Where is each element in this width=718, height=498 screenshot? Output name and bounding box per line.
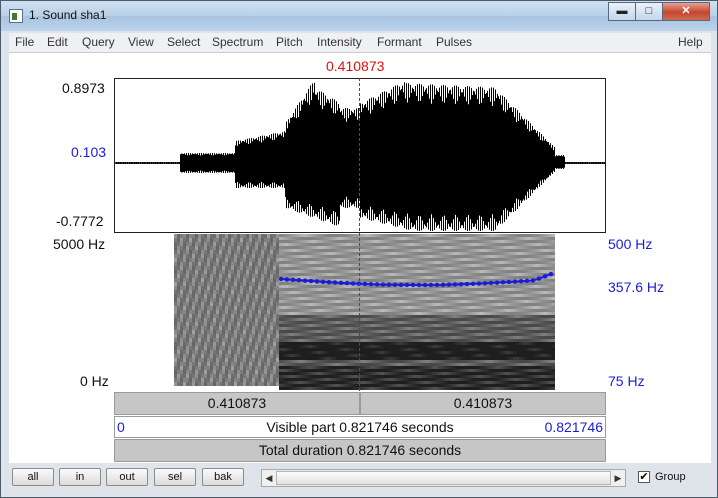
editor-window: 1. Sound sha1 ▬ □ ✕ File Edit Query View… xyxy=(0,0,718,498)
pitch-point xyxy=(440,282,446,287)
pitch-point xyxy=(344,280,350,286)
pitch-point xyxy=(362,281,368,287)
pitch-point xyxy=(380,282,386,287)
zoom-in-button[interactable]: in xyxy=(59,468,101,486)
menu-edit[interactable]: Edit xyxy=(47,35,68,49)
pitch-current-label: 357.6 Hz xyxy=(608,279,665,295)
spectrogram-top-freq: 5000 Hz xyxy=(53,236,106,252)
zoom-back-button[interactable]: bak xyxy=(202,468,244,486)
pitch-top-label: 500 Hz xyxy=(608,236,653,252)
pitch-point xyxy=(482,281,488,286)
pitch-point xyxy=(446,282,452,287)
pitch-point xyxy=(326,279,332,285)
total-duration-bar[interactable]: Total duration 0.821746 seconds xyxy=(114,439,606,462)
pitch-point xyxy=(470,281,476,287)
horizontal-scrollbar[interactable]: ◀ ▶ xyxy=(261,469,626,487)
pitch-point xyxy=(458,282,464,287)
pitch-point xyxy=(404,282,410,288)
spectrogram-image xyxy=(174,234,555,390)
menu-help[interactable]: Help xyxy=(678,35,703,49)
close-button[interactable]: ✕ xyxy=(662,2,710,21)
menu-pitch[interactable]: Pitch xyxy=(276,35,303,49)
window-title: 1. Sound sha1 xyxy=(29,8,107,22)
spectrogram-bottom-freq: 0 Hz xyxy=(80,373,109,389)
pitch-point xyxy=(278,276,284,282)
waveform-min-label: -0.7772 xyxy=(56,213,104,229)
scroll-left-arrow-icon[interactable]: ◀ xyxy=(262,470,276,486)
pitch-point xyxy=(314,279,320,284)
visible-start-label: 0 xyxy=(117,419,125,435)
waveform-max-label: 0.8973 xyxy=(62,80,105,96)
pitch-point xyxy=(290,277,296,283)
zoom-selection-button[interactable]: sel xyxy=(154,468,196,486)
waveform-trace xyxy=(115,82,605,231)
pitch-point xyxy=(422,282,428,288)
menu-formant[interactable]: Formant xyxy=(377,35,422,49)
menu-bar: File Edit Query View Select Spectrum Pit… xyxy=(9,33,711,53)
maximize-button[interactable]: □ xyxy=(635,2,663,21)
pitch-point xyxy=(524,278,530,284)
title-bar[interactable]: 1. Sound sha1 ▬ □ ✕ xyxy=(1,1,717,31)
pitch-point xyxy=(518,279,524,284)
pitch-point xyxy=(302,278,308,283)
bottom-toolbar: all in out sel bak ◀ ▶ ✔ Group xyxy=(9,464,711,493)
pitch-point xyxy=(488,280,494,286)
menu-pulses[interactable]: Pulses xyxy=(436,35,472,49)
pitch-bottom-label: 75 Hz xyxy=(608,373,645,389)
pitch-point xyxy=(296,278,302,283)
menu-file[interactable]: File xyxy=(15,35,34,49)
visible-end-label: 0.821746 xyxy=(544,419,603,435)
zoom-all-button[interactable]: all xyxy=(12,468,54,486)
waveform-panel[interactable] xyxy=(114,78,606,233)
menu-select[interactable]: Select xyxy=(167,35,200,49)
waveform-zero-label: 0.103 xyxy=(71,144,107,160)
pitch-point xyxy=(284,277,290,282)
zoom-out-button[interactable]: out xyxy=(106,468,148,486)
pitch-point xyxy=(500,280,506,285)
pitch-point xyxy=(548,271,554,277)
pitch-point xyxy=(416,282,422,288)
visible-part-bar[interactable]: 0 Visible part 0.821746 seconds 0.821746 xyxy=(114,416,606,438)
pitch-point xyxy=(536,276,542,281)
pitch-point xyxy=(530,278,536,283)
pitch-point xyxy=(374,282,380,287)
pitch-point xyxy=(506,279,512,285)
pitch-point xyxy=(386,282,392,287)
menu-query[interactable]: Query xyxy=(82,35,115,49)
segment-left-bar[interactable]: 0.410873 xyxy=(114,392,360,415)
pitch-point xyxy=(452,282,458,287)
segment-right-bar[interactable]: 0.410873 xyxy=(360,392,606,415)
menu-intensity[interactable]: Intensity xyxy=(317,35,362,49)
pitch-point xyxy=(494,280,500,285)
group-checkbox[interactable]: ✔ xyxy=(638,471,650,483)
pitch-point xyxy=(308,278,314,284)
pitch-point xyxy=(512,279,518,284)
spectrogram-panel[interactable] xyxy=(114,234,606,391)
cursor-time-label: 0.410873 xyxy=(326,58,385,74)
pitch-point xyxy=(434,282,440,288)
group-checkbox-label: Group xyxy=(655,471,686,483)
pitch-point xyxy=(392,282,398,287)
praat-app-icon xyxy=(9,9,23,23)
menu-view[interactable]: View xyxy=(128,35,154,49)
pitch-point xyxy=(332,280,338,285)
visible-part-label: Visible part 0.821746 seconds xyxy=(266,419,454,435)
scroll-right-arrow-icon[interactable]: ▶ xyxy=(611,470,625,486)
pitch-point xyxy=(398,282,404,288)
pitch-point xyxy=(368,281,374,287)
pitch-point xyxy=(350,281,356,286)
pitch-point xyxy=(320,279,326,284)
pitch-point xyxy=(338,280,344,286)
pitch-point xyxy=(428,282,434,288)
minimize-button[interactable]: ▬ xyxy=(608,2,636,21)
pitch-point xyxy=(542,274,548,279)
waveform-plot xyxy=(115,82,605,231)
scroll-thumb[interactable] xyxy=(276,471,611,485)
cursor-line xyxy=(359,78,360,391)
pitch-point xyxy=(464,281,470,287)
pitch-point xyxy=(476,281,482,286)
pitch-point xyxy=(410,282,416,288)
spectrogram-plot xyxy=(174,234,555,390)
menu-spectrum[interactable]: Spectrum xyxy=(212,35,263,49)
